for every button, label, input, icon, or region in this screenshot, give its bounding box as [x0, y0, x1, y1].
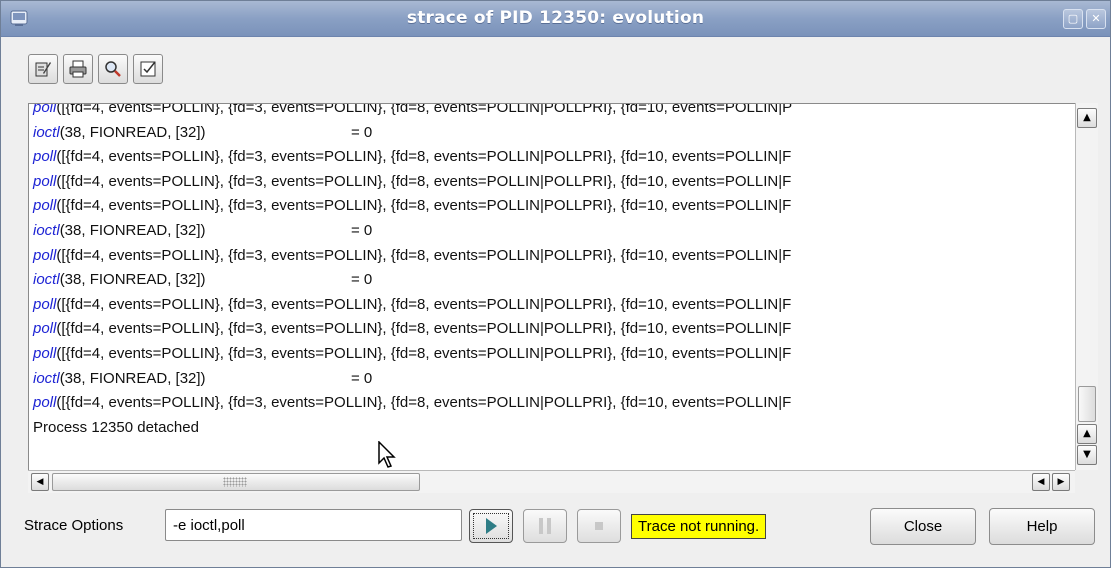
window-title: strace of PID 12350: evolution [406, 8, 705, 28]
vertical-scroll-thumb[interactable] [1078, 386, 1096, 422]
syscall-name: poll [33, 172, 57, 190]
output-line: poll([{fd=4, events=POLLIN}, {fd=3, even… [33, 194, 792, 219]
edit-button[interactable] [28, 54, 58, 84]
syscall-name: poll [33, 197, 57, 215]
right-arrow-icon: ▶ [1057, 477, 1065, 487]
play-icon [486, 518, 497, 534]
strace-options-input[interactable] [165, 509, 462, 541]
title-bar[interactable]: strace of PID 12350: evolution ▢ ✕ [1, 1, 1110, 37]
syscall-name: poll [33, 320, 57, 338]
scroll-left-button-right[interactable]: ◀ [1032, 473, 1050, 491]
maximize-button[interactable]: ▢ [1063, 9, 1083, 29]
syscall-name: poll [33, 148, 57, 166]
syscall-args: ([{fd=4, events=POLLIN}, {fd=3, events=P… [56, 148, 792, 166]
vertical-scrollbar[interactable]: ▲ ▲ ▼ [1075, 103, 1098, 470]
horizontal-scrollbar[interactable]: ◀ ◀ ▶ [28, 470, 1075, 493]
close-window-button[interactable]: ✕ [1086, 9, 1106, 29]
strace-window: strace of PID 12350: evolution ▢ ✕ poll(… [0, 0, 1111, 568]
status-message: Process 12350 detached [33, 418, 199, 436]
close-icon: ✕ [1091, 12, 1101, 25]
syscall-name: poll [33, 103, 57, 116]
print-button[interactable] [63, 54, 93, 84]
output-line: poll([{fd=4, events=POLLIN}, {fd=3, even… [33, 293, 792, 318]
syscall-args: ([{fd=4, events=POLLIN}, {fd=3, events=P… [56, 172, 792, 190]
syscall-args: ([{fd=4, events=POLLIN}, {fd=3, events=P… [56, 320, 792, 338]
output-line: Process 12350 detached [33, 416, 792, 441]
stop-icon [595, 522, 603, 530]
syscall-args: ([{fd=4, events=POLLIN}, {fd=3, events=P… [56, 295, 792, 313]
syscall-args: ([{fd=4, events=POLLIN}, {fd=3, events=P… [56, 197, 792, 215]
print-icon [69, 60, 87, 78]
scroll-up-button[interactable]: ▲ [1077, 108, 1097, 128]
output-line: poll([{fd=4, events=POLLIN}, {fd=3, even… [33, 391, 792, 416]
pause-trace-button[interactable] [523, 509, 567, 543]
close-button[interactable]: Close [870, 508, 976, 545]
output-line: poll([{fd=4, events=POLLIN}, {fd=3, even… [33, 244, 792, 269]
output-line: ioctl(38, FIONREAD, [32]) = 0 [33, 121, 792, 146]
grip-icon [223, 477, 247, 487]
edit-icon [35, 62, 51, 77]
syscall-name: poll [33, 394, 57, 412]
output-line: ioctl(38, FIONREAD, [32]) = 0 [33, 219, 792, 244]
stop-trace-button[interactable] [577, 509, 621, 543]
syscall-name: ioctl [33, 221, 60, 239]
syscall-return: = 0 [351, 271, 373, 289]
pause-icon [539, 518, 551, 534]
syscall-name: poll [33, 344, 57, 362]
syscall-args: ([{fd=4, events=POLLIN}, {fd=3, events=P… [56, 246, 792, 264]
output-line: ioctl(38, FIONREAD, [32]) = 0 [33, 268, 792, 293]
find-button[interactable] [98, 54, 128, 84]
syscall-args: (38, FIONREAD, [32]) [59, 221, 206, 239]
scroll-right-button[interactable]: ▶ [1052, 473, 1070, 491]
syscall-name: ioctl [33, 369, 60, 387]
help-button[interactable]: Help [989, 508, 1095, 545]
output-line: poll([{fd=4, events=POLLIN}, {fd=3, even… [33, 170, 792, 195]
clear-button[interactable] [133, 54, 163, 84]
syscall-args: (38, FIONREAD, [32]) [59, 369, 206, 387]
left-arrow-icon: ◀ [1037, 477, 1045, 487]
status-label: Trace not running. [631, 514, 767, 539]
mouse-pointer-icon [378, 440, 398, 473]
syscall-name: ioctl [33, 271, 60, 289]
output-line: poll([{fd=4, events=POLLIN}, {fd=3, even… [33, 145, 792, 170]
down-arrow-icon: ▼ [1083, 449, 1091, 460]
strace-output[interactable]: poll([{fd=4, events=POLLIN}, {fd=3, even… [28, 103, 1075, 470]
start-trace-button[interactable] [469, 509, 513, 543]
output-line: poll([{fd=4, events=POLLIN}, {fd=3, even… [33, 103, 793, 121]
scroll-down-button[interactable]: ▼ [1077, 445, 1097, 465]
output-line: poll([{fd=4, events=POLLIN}, {fd=3, even… [33, 317, 792, 342]
up-arrow-icon: ▲ [1083, 428, 1091, 439]
syscall-return: = 0 [351, 369, 373, 387]
find-icon [105, 61, 121, 77]
syscall-args: ([{fd=4, events=POLLIN}, {fd=3, events=P… [56, 103, 793, 116]
clear-icon [140, 61, 156, 77]
horizontal-scroll-thumb[interactable] [52, 473, 420, 491]
strace-options-label: Strace Options [24, 517, 124, 534]
syscall-return: = 0 [351, 221, 373, 239]
up-arrow-icon: ▲ [1083, 112, 1091, 123]
syscall-args: (38, FIONREAD, [32]) [59, 271, 206, 289]
syscall-name: poll [33, 246, 57, 264]
syscall-args: ([{fd=4, events=POLLIN}, {fd=3, events=P… [56, 344, 792, 362]
scroll-left-button[interactable]: ◀ [31, 473, 49, 491]
output-lines: poll([{fd=4, events=POLLIN}, {fd=3, even… [33, 103, 793, 441]
syscall-name: poll [33, 295, 57, 313]
syscall-args: (38, FIONREAD, [32]) [59, 123, 206, 141]
syscall-return: = 0 [351, 123, 373, 141]
scroll-up-button-lower[interactable]: ▲ [1077, 424, 1097, 444]
syscall-name: ioctl [33, 123, 60, 141]
syscall-args: ([{fd=4, events=POLLIN}, {fd=3, events=P… [56, 394, 792, 412]
left-arrow-icon: ◀ [36, 477, 44, 487]
maximize-icon: ▢ [1067, 12, 1079, 25]
output-line: ioctl(38, FIONREAD, [32]) = 0 [33, 367, 792, 392]
output-line: poll([{fd=4, events=POLLIN}, {fd=3, even… [33, 342, 792, 367]
